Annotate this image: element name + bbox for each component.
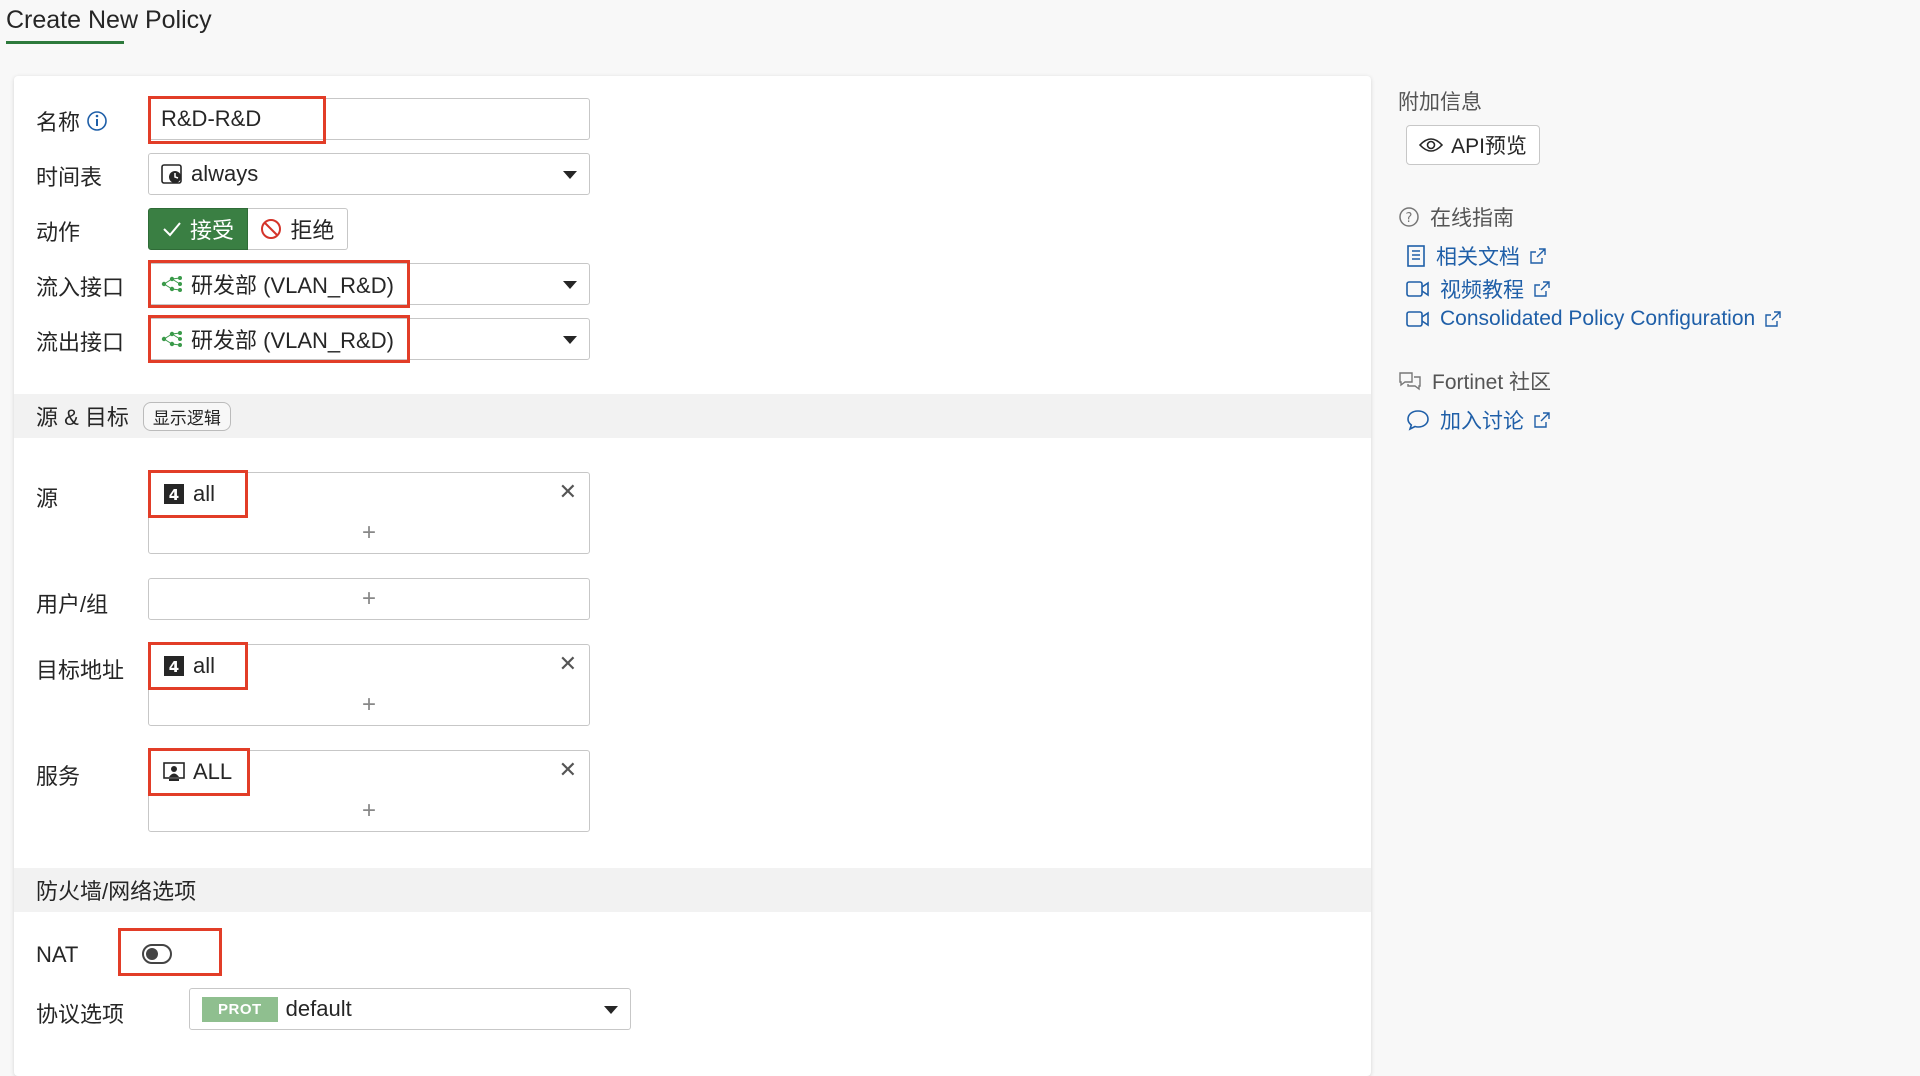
related-docs-link[interactable]: 相关文档 (1406, 241, 1546, 271)
service-icon (163, 762, 185, 781)
video-icon (1406, 311, 1429, 327)
network-interface-icon (161, 331, 182, 347)
external-link-icon (1765, 311, 1781, 327)
add-icon[interactable]: + (149, 519, 589, 547)
nat-toggle[interactable] (142, 944, 172, 964)
source-label: 源 (36, 486, 59, 511)
name-label: 名称 (36, 105, 108, 137)
section-firewall-network: 防火墙/网络选项 (14, 868, 1371, 912)
document-icon (1407, 245, 1425, 267)
protocol-options-select[interactable]: PROT default (189, 988, 631, 1030)
incoming-interface-value: 研发部 (VLAN_R&D) (161, 268, 394, 300)
prot-badge: PROT (202, 996, 278, 1022)
eye-icon (1419, 138, 1444, 152)
title-underline (6, 41, 124, 44)
video-tutorial-link[interactable]: 视频教程 (1406, 274, 1550, 304)
address-icon: 4 (164, 656, 184, 676)
deny-icon (261, 219, 282, 239)
nat-label: NAT (36, 942, 79, 967)
video-icon (1406, 281, 1429, 297)
consolidated-policy-link[interactable]: Consolidated Policy Configuration (1406, 307, 1781, 331)
external-link-icon (1530, 248, 1546, 264)
chevron-down-icon (563, 281, 577, 289)
destination-label: 目标地址 (36, 658, 125, 683)
outgoing-interface-select[interactable]: 研发部 (VLAN_R&D) (148, 318, 590, 360)
community-heading: Fortinet 社区 (1398, 366, 1551, 396)
source-field[interactable]: 4 all ✕ + (148, 472, 590, 554)
address-icon: 4 (164, 484, 184, 504)
destination-field[interactable]: 4 all ✕ + (148, 644, 590, 726)
add-icon[interactable]: + (149, 585, 589, 613)
toggle-knob (146, 948, 158, 960)
external-link-icon (1534, 412, 1550, 428)
check-icon (163, 222, 181, 237)
action-label: 动作 (36, 220, 81, 245)
remove-icon[interactable]: ✕ (559, 757, 577, 783)
name-input[interactable]: R&D-R&D (148, 98, 590, 140)
chat-bubbles-icon (1399, 372, 1421, 391)
join-discussion-link[interactable]: 加入讨论 (1406, 405, 1550, 435)
schedule-icon (161, 164, 182, 184)
source-entry: 4 all (163, 481, 215, 507)
network-interface-icon (161, 276, 182, 292)
deny-button[interactable]: 拒绝 (248, 208, 348, 250)
show-logic-button[interactable]: 显示逻辑 (142, 401, 231, 431)
destination-entry: 4 all (163, 653, 215, 679)
incoming-interface-label: 流入接口 (36, 275, 125, 300)
user-group-label: 用户/组 (36, 592, 109, 617)
page-title: Create New Policy (6, 6, 212, 34)
remove-icon[interactable]: ✕ (559, 651, 577, 677)
service-field[interactable]: ALL ✕ + (148, 750, 590, 832)
additional-info-heading: 附加信息 (1398, 91, 1482, 114)
chevron-down-icon (604, 1006, 618, 1014)
chevron-down-icon (563, 171, 577, 179)
incoming-interface-select[interactable]: 研发部 (VLAN_R&D) (148, 263, 590, 305)
section-source-destination: 源 & 目标 显示逻辑 (14, 394, 1371, 438)
help-icon: ? (1399, 207, 1419, 227)
schedule-label: 时间表 (36, 165, 103, 190)
outgoing-interface-value: 研发部 (VLAN_R&D) (161, 323, 394, 355)
protocol-options-label: 协议选项 (36, 1002, 125, 1027)
svg-text:4: 4 (169, 486, 179, 504)
api-preview-button[interactable]: API预览 (1406, 125, 1540, 165)
info-icon[interactable] (86, 110, 108, 132)
accept-button[interactable]: 接受 (148, 208, 248, 250)
service-label: 服务 (36, 764, 81, 789)
action-toggle-group: 接受 拒绝 (148, 208, 348, 250)
add-icon[interactable]: + (149, 691, 589, 719)
svg-text:4: 4 (169, 658, 179, 676)
online-guide-heading: ? 在线指南 (1398, 202, 1514, 232)
schedule-value: always (161, 161, 258, 187)
add-icon[interactable]: + (149, 797, 589, 825)
schedule-select[interactable]: always (148, 153, 590, 195)
chevron-down-icon (563, 336, 577, 344)
service-entry: ALL (163, 759, 232, 785)
chat-icon (1407, 410, 1429, 431)
outgoing-interface-label: 流出接口 (36, 330, 125, 355)
svg-text:?: ? (1406, 211, 1413, 226)
user-group-field[interactable]: + (148, 578, 590, 620)
external-link-icon (1534, 281, 1550, 297)
remove-icon[interactable]: ✕ (559, 479, 577, 505)
